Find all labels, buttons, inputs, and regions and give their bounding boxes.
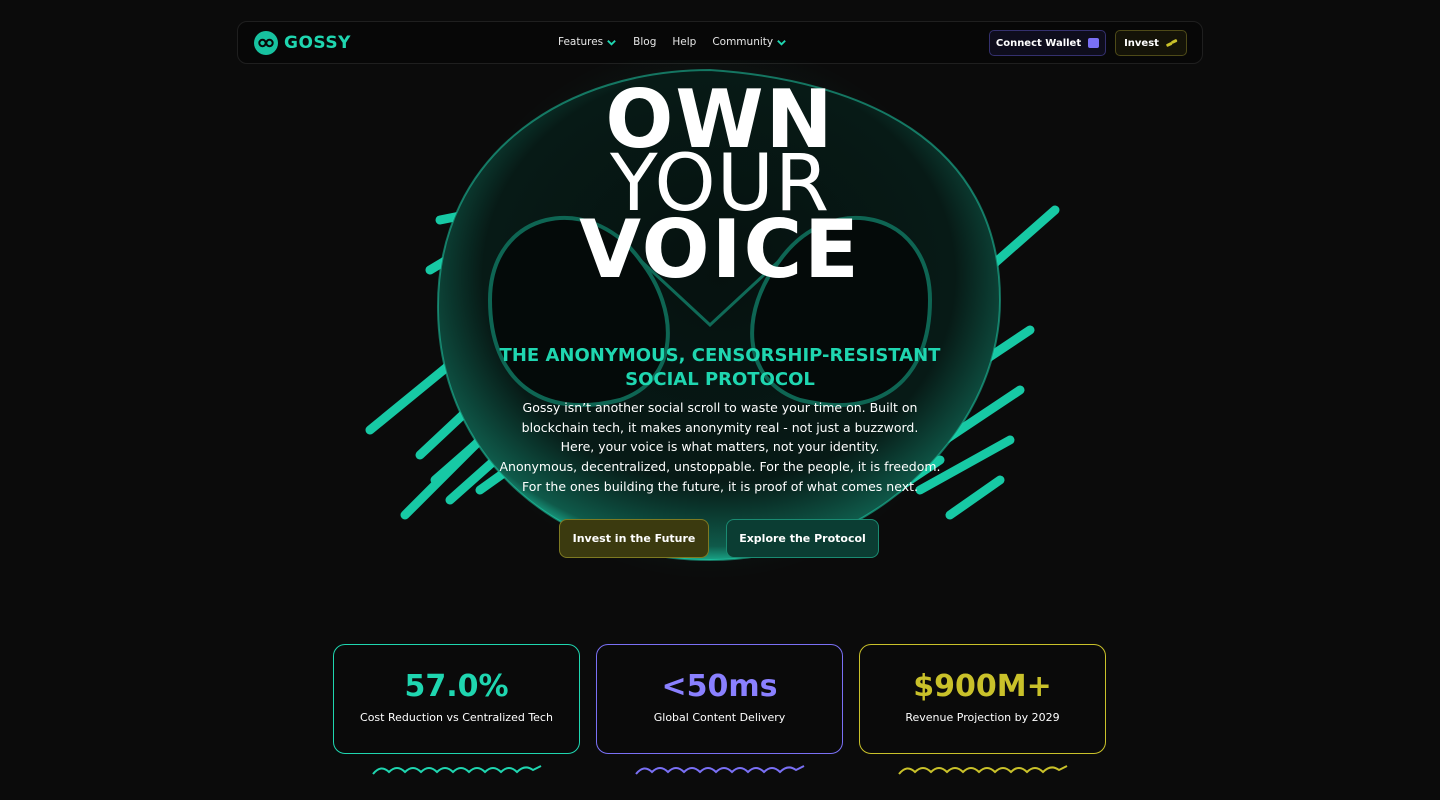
nav-link-blog[interactable]: Blog — [633, 36, 656, 48]
chevron-down-icon — [607, 39, 616, 46]
connect-wallet-button[interactable]: Connect Wallet — [989, 30, 1106, 56]
stat-label: Cost Reduction vs Centralized Tech — [360, 711, 553, 724]
logo[interactable]: GOSSY — [254, 31, 351, 55]
description-line: Gossy isn’t another social scroll to was… — [522, 400, 918, 415]
hero-description: Gossy isn’t another social scroll to was… — [0, 398, 1440, 497]
coins-icon — [1166, 38, 1178, 47]
invest-label: Invest — [1124, 37, 1159, 49]
nav-link-label: Help — [672, 36, 697, 48]
nav-link-community[interactable]: Community — [712, 36, 787, 48]
description-line: For the ones building the future, it is … — [522, 478, 918, 494]
invest-button[interactable]: Invest — [1115, 30, 1187, 56]
invest-in-future-button[interactable]: Invest in the Future — [559, 519, 709, 558]
connect-wallet-label: Connect Wallet — [995, 37, 1082, 49]
stat-value: 57.0% — [404, 669, 509, 704]
nav-link-help[interactable]: Help — [672, 36, 696, 48]
squiggle-decoration — [372, 765, 542, 775]
stat-label: Revenue Projection by 2029 — [905, 711, 1060, 724]
stat-value: $900M+ — [913, 669, 1052, 704]
hero-subheadline: THE ANONYMOUS, CENSORSHIP-RESISTANT SOCI… — [0, 344, 1440, 392]
explore-protocol-button[interactable]: Explore the Protocol — [726, 519, 879, 558]
stat-card-content-delivery: <50ms Global Content Delivery — [596, 644, 843, 754]
subheadline-line1: THE ANONYMOUS, CENSORSHIP-RESISTANT — [499, 345, 941, 366]
squiggle-decoration — [898, 765, 1068, 775]
stat-card-cost-reduction: 57.0% Cost Reduction vs Centralized Tech — [333, 644, 580, 754]
nav-link-label: Community — [712, 36, 774, 48]
subheadline-line2: SOCIAL PROTOCOL — [625, 369, 815, 390]
nav-links: Features Blog Help Community — [558, 36, 787, 48]
logo-text: GOSSY — [284, 33, 351, 53]
description-line: Here, your voice is what matters, not yo… — [560, 439, 880, 455]
gossy-logo-icon — [254, 31, 278, 55]
nav-link-label: Blog — [633, 36, 657, 48]
stat-card-revenue-projection: $900M+ Revenue Projection by 2029 — [859, 644, 1106, 754]
description-line: Anonymous, decentralized, unstoppable. F… — [499, 459, 941, 475]
stat-label: Global Content Delivery — [653, 711, 786, 724]
description-line: blockchain tech, it makes anonymity real… — [521, 419, 919, 435]
top-navigation-bar: GOSSY Features Blog Help Community Conne… — [237, 21, 1203, 64]
nav-link-features[interactable]: Features — [558, 36, 617, 48]
wallet-icon — [1088, 38, 1100, 48]
chevron-down-icon — [777, 39, 786, 46]
stat-value: <50ms — [661, 669, 778, 704]
squiggle-decoration — [635, 765, 805, 775]
hero-headline-line3: VOICE — [579, 203, 861, 296]
nav-link-label: Features — [558, 36, 604, 48]
